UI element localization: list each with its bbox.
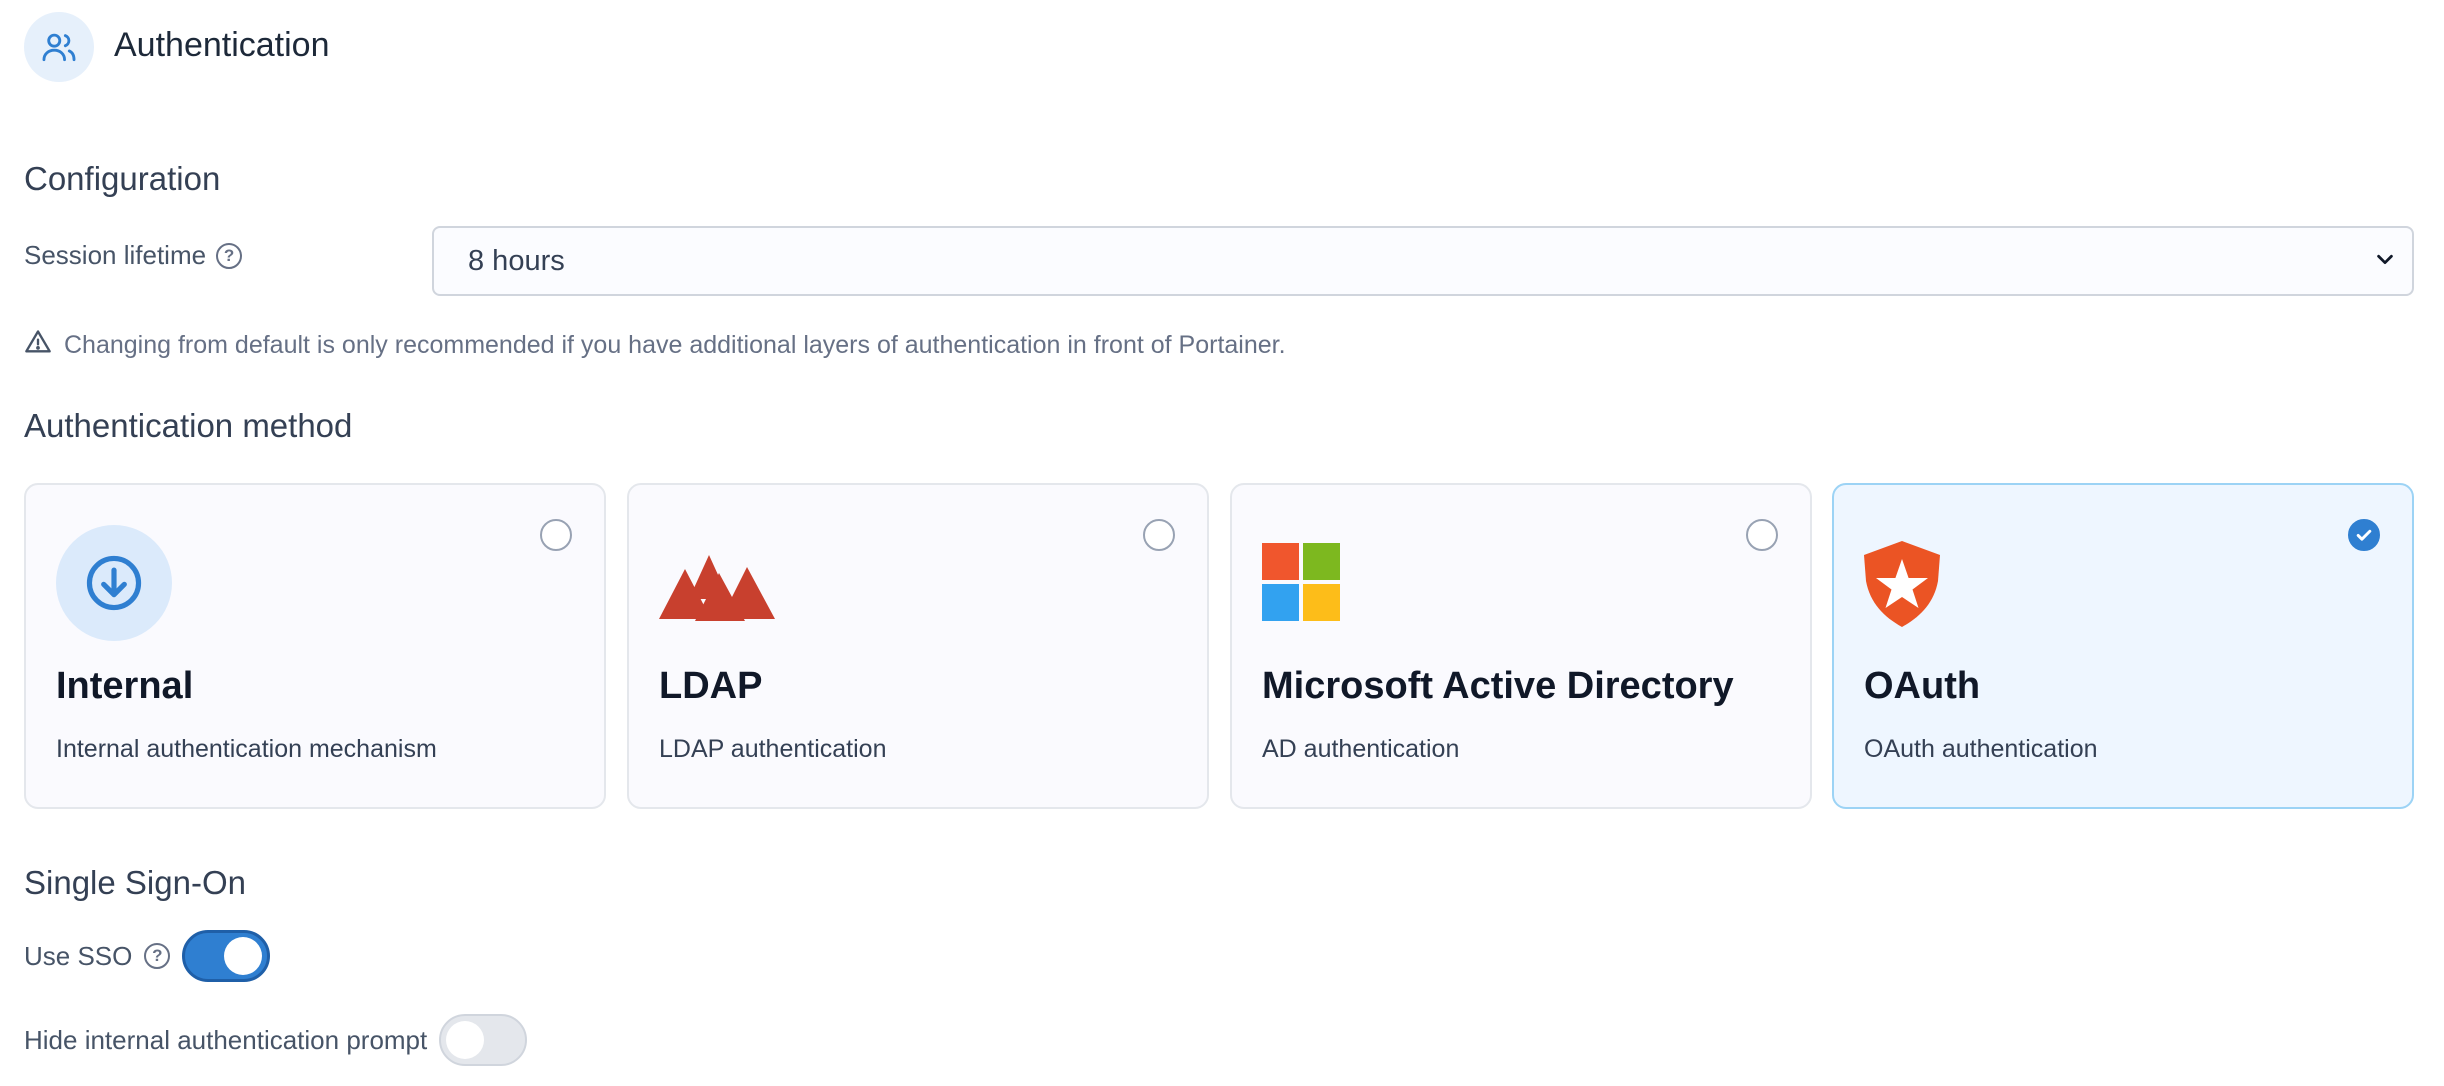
hide-prompt-row: Hide internal authentication prompt — [24, 1014, 528, 1066]
radio-ldap[interactable] — [1143, 519, 1175, 551]
chevron-down-icon — [2374, 245, 2396, 278]
auth-card-microsoft-ad[interactable]: Microsoft Active Directory AD authentica… — [1230, 483, 1812, 809]
hide-prompt-label: Hide internal authentication prompt — [24, 1024, 428, 1055]
help-icon[interactable]: ? — [144, 943, 171, 969]
card-description: OAuth authentication — [1864, 735, 2098, 763]
microsoft-logo — [1262, 543, 1340, 626]
card-title: OAuth — [1864, 665, 1981, 707]
session-warning: Changing from default is only recommende… — [24, 328, 1286, 363]
warning-text: Changing from default is only recommende… — [64, 331, 1286, 359]
warning-triangle-icon — [24, 328, 52, 363]
session-lifetime-label: Session lifetime ? — [24, 240, 243, 271]
use-sso-row: Use SSO ? — [24, 930, 271, 982]
radio-microsoft-ad[interactable] — [1746, 519, 1778, 551]
card-title: Internal — [56, 665, 194, 707]
radio-oauth[interactable] — [2348, 519, 2380, 551]
card-description: LDAP authentication — [659, 735, 887, 763]
use-sso-toggle[interactable] — [182, 930, 271, 982]
auth-card-ldap[interactable]: LDAP LDAP authentication — [627, 483, 1209, 809]
card-title: Microsoft Active Directory — [1262, 665, 1734, 707]
card-title: LDAP — [659, 665, 763, 707]
help-icon[interactable]: ? — [216, 242, 243, 269]
page-title: Authentication — [114, 26, 330, 64]
auth-card-oauth[interactable]: OAuth OAuth authentication — [1832, 483, 2414, 809]
auth-card-internal[interactable]: Internal Internal authentication mechani… — [24, 483, 606, 809]
download-circle-icon — [56, 525, 172, 641]
sso-heading: Single Sign-On — [24, 864, 246, 901]
oauth-logo — [1864, 541, 1940, 632]
users-icon — [24, 12, 94, 82]
ldap-logo — [659, 555, 777, 626]
radio-internal[interactable] — [540, 519, 572, 551]
use-sso-label: Use SSO — [24, 940, 133, 971]
session-lifetime-select[interactable]: 8 hours — [432, 226, 2414, 296]
session-lifetime-value: 8 hours — [468, 244, 565, 277]
card-description: AD authentication — [1262, 735, 1460, 763]
card-description: Internal authentication mechanism — [56, 735, 437, 763]
configuration-heading: Configuration — [24, 160, 221, 197]
session-lifetime-text: Session lifetime — [24, 240, 207, 270]
auth-method-heading: Authentication method — [24, 407, 353, 444]
hide-prompt-toggle[interactable] — [439, 1014, 528, 1066]
